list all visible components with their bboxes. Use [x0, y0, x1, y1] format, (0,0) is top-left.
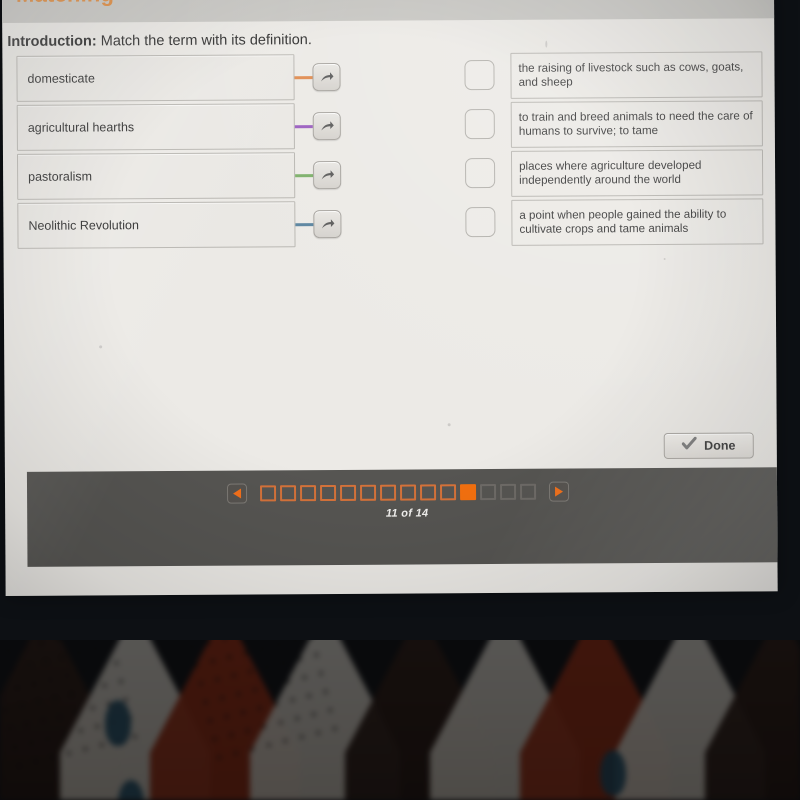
term-box-neolithic-revolution[interactable]: Neolithic Revolution	[17, 201, 296, 249]
term-row: Neolithic Revolution	[3, 201, 353, 251]
page-title: Matching	[16, 0, 114, 8]
pagination-controls	[226, 481, 570, 504]
definition-box-4[interactable]: a point when people gained the ability t…	[511, 198, 764, 246]
drop-target-3[interactable]	[465, 157, 496, 189]
page-dot-4[interactable]	[320, 484, 337, 502]
page-dot-11-current[interactable]	[460, 484, 477, 501]
page-dot-6[interactable]	[360, 484, 377, 501]
page-dot-1[interactable]	[260, 485, 277, 502]
term-box-agricultural-hearths[interactable]: agricultural hearths	[16, 103, 295, 151]
page-dot-7[interactable]	[380, 484, 397, 501]
definition-text: the raising of livestock such as cows, g…	[518, 60, 744, 89]
pagination-bar: 11 of 14	[26, 467, 778, 567]
definition-text: places where agriculture developed indep…	[519, 158, 702, 187]
screen-speck	[447, 423, 451, 427]
definition-text: a point when people gained the ability t…	[519, 207, 727, 236]
triangle-left-icon	[233, 488, 242, 499]
definition-box-3[interactable]: places where agriculture developed indep…	[510, 149, 764, 197]
page-dot-2[interactable]	[280, 485, 297, 502]
curved-arrow-right-icon[interactable]	[313, 209, 342, 239]
prev-page-button[interactable]	[226, 483, 248, 504]
term-row: pastoralism	[3, 152, 353, 202]
instruction-body: Match the term with its definition.	[96, 32, 312, 50]
term-label: Neolithic Revolution	[28, 218, 139, 233]
page-dot-13[interactable]	[500, 483, 517, 500]
curved-arrow-right-icon[interactable]	[312, 62, 341, 92]
instruction-label: Introduction:	[7, 33, 97, 50]
connector-line-1	[294, 76, 313, 80]
triangle-right-icon	[555, 486, 564, 497]
definition-row: places where agriculture developed indep…	[461, 149, 773, 199]
drop-target-2[interactable]	[464, 108, 495, 140]
drop-target-1[interactable]	[464, 59, 495, 91]
definition-row: to train and breed animals to need the c…	[461, 100, 773, 150]
done-button-label: Done	[704, 438, 736, 453]
page-dot-12[interactable]	[480, 483, 497, 501]
next-page-button[interactable]	[548, 481, 570, 502]
page-dot-5[interactable]	[340, 484, 357, 501]
fabric-background	[0, 630, 800, 800]
page-dots	[260, 483, 537, 502]
connector-line-2	[294, 125, 313, 129]
page-dot-3[interactable]	[300, 485, 317, 502]
app-header-band	[2, 0, 775, 23]
term-row: agricultural hearths	[3, 103, 353, 153]
checkmark-icon	[682, 436, 698, 455]
page-dot-9[interactable]	[420, 484, 437, 501]
page-counter: 11 of 14	[385, 507, 429, 520]
term-box-domesticate[interactable]: domesticate	[16, 54, 295, 102]
connector-line-3	[295, 174, 314, 178]
curved-arrow-right-icon[interactable]	[312, 111, 341, 141]
definitions-column: the raising of livestock such as cows, g…	[460, 51, 773, 249]
screen-speck	[545, 40, 548, 48]
instruction-text: Introduction: Match the term with its de…	[7, 32, 312, 50]
screen-speck	[663, 257, 666, 260]
definition-text: to train and breed animals to need the c…	[518, 109, 753, 138]
definition-box-2[interactable]: to train and breed animals to need the c…	[510, 100, 763, 148]
term-label: domesticate	[27, 71, 95, 86]
page-dot-8[interactable]	[400, 484, 417, 501]
page-dot-10[interactable]	[440, 484, 457, 501]
laptop-screen: Matching Introduction: Match the term wi…	[2, 0, 778, 596]
term-row: domesticate	[2, 54, 352, 104]
definition-row: the raising of livestock such as cows, g…	[460, 51, 772, 101]
term-label: pastoralism	[28, 169, 93, 184]
term-label: agricultural hearths	[27, 120, 135, 135]
connector-line-4	[295, 223, 314, 227]
done-button[interactable]: Done	[663, 432, 754, 459]
term-box-pastoralism[interactable]: pastoralism	[16, 152, 296, 200]
curved-arrow-right-icon[interactable]	[313, 160, 342, 190]
drop-target-4[interactable]	[465, 206, 496, 238]
definition-box-1[interactable]: the raising of livestock such as cows, g…	[510, 51, 763, 99]
definition-row: a point when people gained the ability t…	[461, 198, 773, 248]
page-dot-14[interactable]	[520, 483, 537, 500]
screen-speck	[99, 345, 103, 349]
terms-column: domesticate agricultural hearths pastora…	[2, 54, 353, 252]
